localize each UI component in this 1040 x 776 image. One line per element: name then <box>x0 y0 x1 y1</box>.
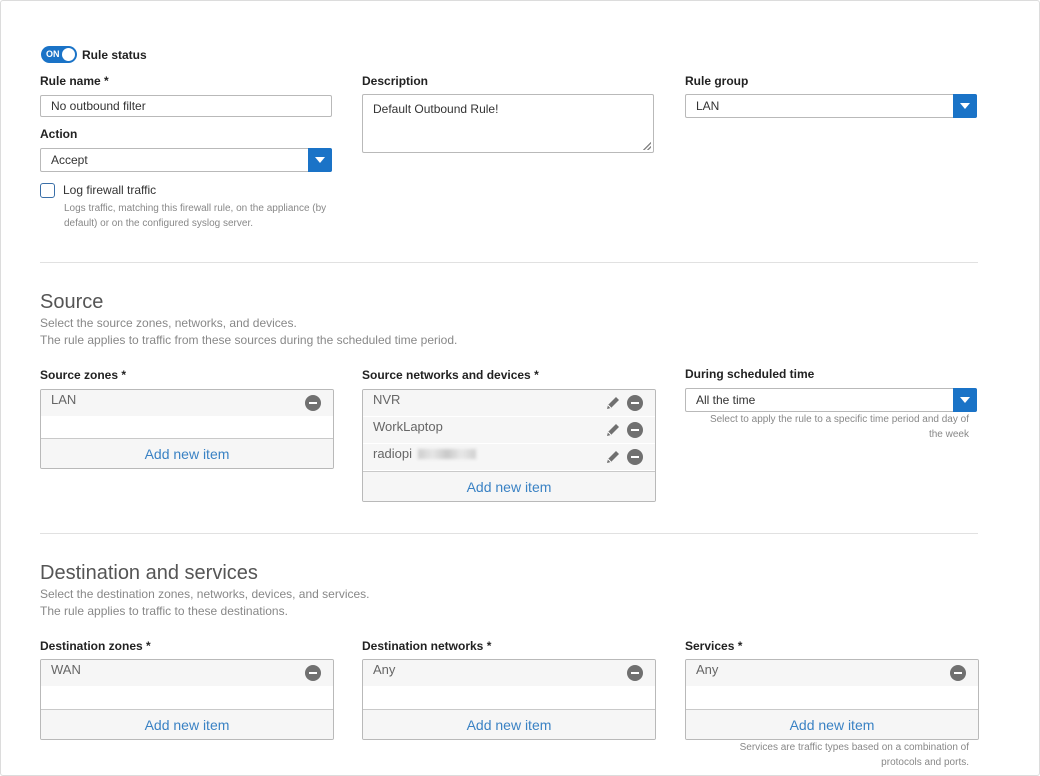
source-networks-label: Source networks and devices * <box>362 368 539 382</box>
add-new-item-button[interactable]: Add new item <box>41 709 333 739</box>
services-help: Services are traffic types based on a co… <box>739 742 969 768</box>
list-item-label: radiopi <box>373 445 477 461</box>
destination-subtitle-1: Select the destination zones, networks, … <box>40 587 370 601</box>
redacted-text <box>418 449 477 460</box>
rule-name-label: Rule name * <box>40 74 109 88</box>
add-new-item-button[interactable]: Add new item <box>41 438 333 468</box>
add-new-item-button[interactable]: Add new item <box>363 709 655 739</box>
description-label: Description <box>362 74 429 88</box>
add-new-item-button[interactable]: Add new item <box>686 709 978 739</box>
source-subtitle-2: The rule applies to traffic from these s… <box>40 333 458 347</box>
source-subtitle-1: Select the source zones, networks, and d… <box>40 316 297 330</box>
rule-group-label: Rule group <box>685 74 749 88</box>
action-label: Action <box>40 127 78 141</box>
list-item: WorkLaptop <box>363 417 655 444</box>
remove-icon[interactable] <box>305 665 321 681</box>
rule-group-select[interactable]: LAN <box>685 94 977 118</box>
divider <box>40 533 978 534</box>
list-item-label: Any <box>696 661 719 677</box>
remove-icon[interactable] <box>627 665 643 681</box>
list-item-label: NVR <box>373 391 401 407</box>
action-value: Accept <box>51 153 88 167</box>
description-textarea[interactable]: Default Outbound Rule! <box>362 94 654 153</box>
rule-name-input[interactable]: No outbound filter <box>40 95 332 117</box>
list-item-label: LAN <box>51 391 77 407</box>
remove-icon[interactable] <box>305 395 321 411</box>
list-item-label: WorkLaptop <box>373 418 443 434</box>
destination-title: Destination and services <box>40 562 258 584</box>
services-list: Any Add new item <box>685 659 979 740</box>
list-item: Any <box>363 660 655 687</box>
remove-icon[interactable] <box>627 449 643 465</box>
action-select[interactable]: Accept <box>40 148 332 172</box>
destination-zones-list: WAN Add new item <box>40 659 334 740</box>
add-new-item-button[interactable]: Add new item <box>363 471 655 501</box>
description-value: Default Outbound Rule! <box>373 102 499 116</box>
resize-grip-icon[interactable] <box>643 142 651 150</box>
firewall-rule-form: ON Rule status Rule name * No outbound f… <box>0 0 1040 776</box>
list-item: radiopi <box>363 444 655 471</box>
remove-icon[interactable] <box>627 422 643 438</box>
list-item-text: radiopi <box>373 445 413 461</box>
chevron-down-icon[interactable] <box>953 94 977 118</box>
source-zones-list: LAN Add new item <box>40 389 334 469</box>
list-item-label: Any <box>373 661 396 677</box>
list-item: Any <box>686 660 978 687</box>
schedule-select[interactable]: All the time <box>685 388 977 412</box>
edit-pencil-icon[interactable] <box>605 395 621 411</box>
remove-icon[interactable] <box>627 395 643 411</box>
remove-icon[interactable] <box>950 665 966 681</box>
schedule-help: Select to apply the rule to a specific t… <box>709 414 969 440</box>
list-item-label: WAN <box>51 661 81 677</box>
list-item: WAN <box>41 660 333 687</box>
destination-zones-label: Destination zones * <box>40 639 151 653</box>
rule-status-label: Rule status <box>82 48 147 62</box>
toggle-on-text: ON <box>46 49 60 59</box>
log-traffic-checkbox[interactable] <box>40 183 55 198</box>
chevron-down-icon[interactable] <box>953 388 977 412</box>
source-zones-label: Source zones * <box>40 368 127 382</box>
chevron-down-icon[interactable] <box>308 148 332 172</box>
source-networks-list: NVR WorkLaptop radiopi Add new item <box>362 389 656 502</box>
services-label: Services * <box>685 639 743 653</box>
schedule-label: During scheduled time <box>685 367 815 381</box>
log-traffic-help: Logs traffic, matching this firewall rul… <box>64 203 327 229</box>
edit-pencil-icon[interactable] <box>605 422 621 438</box>
destination-networks-label: Destination networks * <box>362 639 492 653</box>
divider <box>40 262 978 263</box>
rule-group-value: LAN <box>696 99 720 113</box>
list-item: LAN <box>41 390 333 417</box>
schedule-value: All the time <box>696 393 756 407</box>
rule-status-toggle[interactable]: ON <box>41 46 77 63</box>
edit-pencil-icon[interactable] <box>605 449 621 465</box>
destination-networks-list: Any Add new item <box>362 659 656 740</box>
toggle-knob <box>62 48 75 61</box>
destination-subtitle-2: The rule applies to traffic to these des… <box>40 604 288 618</box>
list-item: NVR <box>363 390 655 417</box>
rule-name-value: No outbound filter <box>51 99 146 113</box>
source-title: Source <box>40 291 104 313</box>
log-traffic-label: Log firewall traffic <box>63 183 157 197</box>
